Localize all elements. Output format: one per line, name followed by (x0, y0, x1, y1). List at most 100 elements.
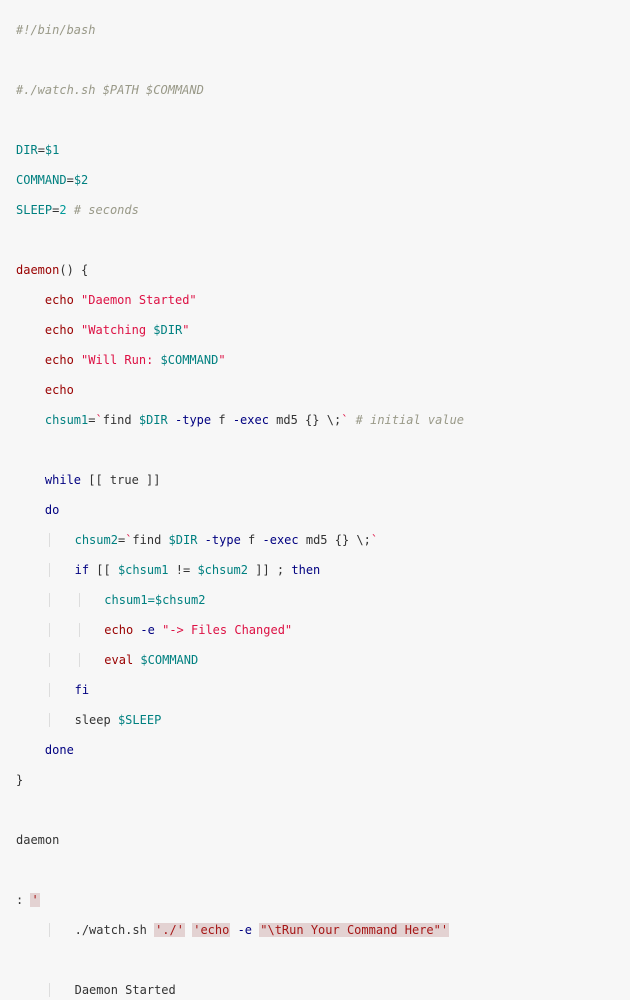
blank-line (16, 953, 630, 968)
var-sleep: $SLEEP (118, 713, 161, 727)
indent-guide: eval $COMMAND (49, 653, 198, 667)
if-cond-a: [[ (89, 563, 118, 577)
brace-open: { (74, 263, 88, 277)
line-fn-open: daemon() { (16, 263, 630, 278)
eval-cmd: eval (104, 653, 133, 667)
backtick: ` (125, 533, 132, 547)
echo-cmd: echo (45, 323, 74, 337)
kw-done: done (45, 743, 74, 757)
var-dir: $DIR (139, 413, 168, 427)
comment-usage: #./watch.sh $PATH $COMMAND (16, 83, 204, 97)
line-example-cmd: ./watch.sh './' 'echo -e "\tRun Your Com… (16, 923, 630, 938)
indent-guide: if [[ $chsum1 != $chsum2 ]] ; then (49, 563, 320, 577)
flag-exec: -exec (233, 413, 269, 427)
blank-line (16, 443, 630, 458)
str: " (182, 323, 189, 337)
arg-f: f (211, 413, 233, 427)
indent-guide: chsum1=$chsum2 (49, 593, 206, 607)
line-heredoc-open: : ' (16, 893, 630, 908)
ex-arg2b: "\tRun Your Command Here"' (259, 923, 449, 937)
indent-guide: echo -e "-> Files Changed" (79, 623, 293, 637)
find: find (132, 533, 168, 547)
echo-cmd: echo (45, 353, 74, 367)
line-fi: fi (16, 683, 630, 698)
var-name: COMMAND (16, 173, 67, 187)
op-eq: = (67, 173, 74, 187)
flag-exec: -exec (263, 533, 299, 547)
echo-cmd: echo (104, 623, 133, 637)
indent-guide: Daemon Started (49, 983, 176, 997)
sleep: sleep (75, 713, 118, 727)
str-changed: "-> Files Changed" (162, 623, 292, 637)
line-done: done (16, 743, 630, 758)
line-while: while [[ true ]] (16, 473, 630, 488)
ex-cmd: ./watch.sh (75, 923, 154, 937)
colon: : (16, 893, 30, 907)
if-cond-b: ]] ; (248, 563, 291, 577)
var-cmd: $COMMAND (140, 653, 198, 667)
kw-if: if (75, 563, 89, 577)
md5-tail: md5 {} \; (269, 413, 341, 427)
var-val: $2 (74, 173, 88, 187)
op-eq: = (118, 533, 125, 547)
ex-out1: Daemon Started (75, 983, 176, 997)
echo-cmd: echo (45, 383, 74, 397)
op-eq: = (38, 143, 45, 157)
var-cmd: $COMMAND (161, 353, 219, 367)
echo-cmd: echo (45, 293, 74, 307)
blank-line (16, 803, 630, 818)
md5-tail: md5 {} \; (299, 533, 371, 547)
var-chsum1: chsum1 (45, 413, 88, 427)
indent-guide: sleep $SLEEP (49, 713, 161, 727)
indent-guide: chsum1=$chsum2 (79, 593, 206, 607)
comment-init: # initial value (348, 413, 464, 427)
comment-seconds: # seconds (67, 203, 139, 217)
arg-f: f (241, 533, 263, 547)
str: "Will Run: (81, 353, 160, 367)
kw-while: while (45, 473, 81, 487)
line-eval: eval $COMMAND (16, 653, 630, 668)
line-comment: #./watch.sh $PATH $COMMAND (16, 83, 630, 98)
line-chsum1: chsum1=`find $DIR -type f -exec md5 {} \… (16, 413, 630, 428)
var-chsum2: chsum2 (75, 533, 118, 547)
flag-e: -e (133, 623, 162, 637)
kw-do: do (45, 503, 59, 517)
brace-close: } (16, 773, 23, 787)
var-dir: $DIR (153, 323, 182, 337)
line-echo-2: echo "Watching $DIR" (16, 323, 630, 338)
line-shebang: #!/bin/bash (16, 23, 630, 38)
kw-then: then (291, 563, 320, 577)
line-assign-dir: DIR=$1 (16, 143, 630, 158)
heredoc-quote: ' (30, 893, 39, 907)
fn-parens: () (59, 263, 73, 277)
line-sleep: sleep $SLEEP (16, 713, 630, 728)
line-echo-3: echo "Will Run: $COMMAND" (16, 353, 630, 368)
line-fn-close: } (16, 773, 630, 788)
str: "Watching (81, 323, 153, 337)
op-neq: != (169, 563, 198, 577)
code-block: #!/bin/bash #./watch.sh $PATH $COMMAND D… (0, 0, 630, 1000)
var-chsum1: $chsum1 (118, 563, 169, 577)
line-example-out1: Daemon Started (16, 983, 630, 998)
op-eq: = (88, 413, 95, 427)
indent-guide: echo -e "-> Files Changed" (49, 623, 292, 637)
line-echo-1: echo "Daemon Started" (16, 293, 630, 308)
fn-call: daemon (16, 833, 59, 847)
line-echo-changed: echo -e "-> Files Changed" (16, 623, 630, 638)
line-call: daemon (16, 833, 630, 848)
var-dir: $DIR (169, 533, 198, 547)
indent-guide: fi (49, 683, 89, 697)
var-name: SLEEP (16, 203, 52, 217)
flag-e: -e (230, 923, 259, 937)
flag-type: -type (168, 413, 211, 427)
ex-arg2a: 'echo (192, 923, 230, 937)
while-cond: [[ true ]] (81, 473, 160, 487)
var-val: $1 (45, 143, 59, 157)
line-assign: chsum1=$chsum2 (16, 593, 630, 608)
line-if: if [[ $chsum1 != $chsum2 ]] ; then (16, 563, 630, 578)
fn-name: daemon (16, 263, 59, 277)
blank-line (16, 233, 630, 248)
line-do: do (16, 503, 630, 518)
backtick: ` (371, 533, 378, 547)
assign-line: chsum1=$chsum2 (104, 593, 205, 607)
